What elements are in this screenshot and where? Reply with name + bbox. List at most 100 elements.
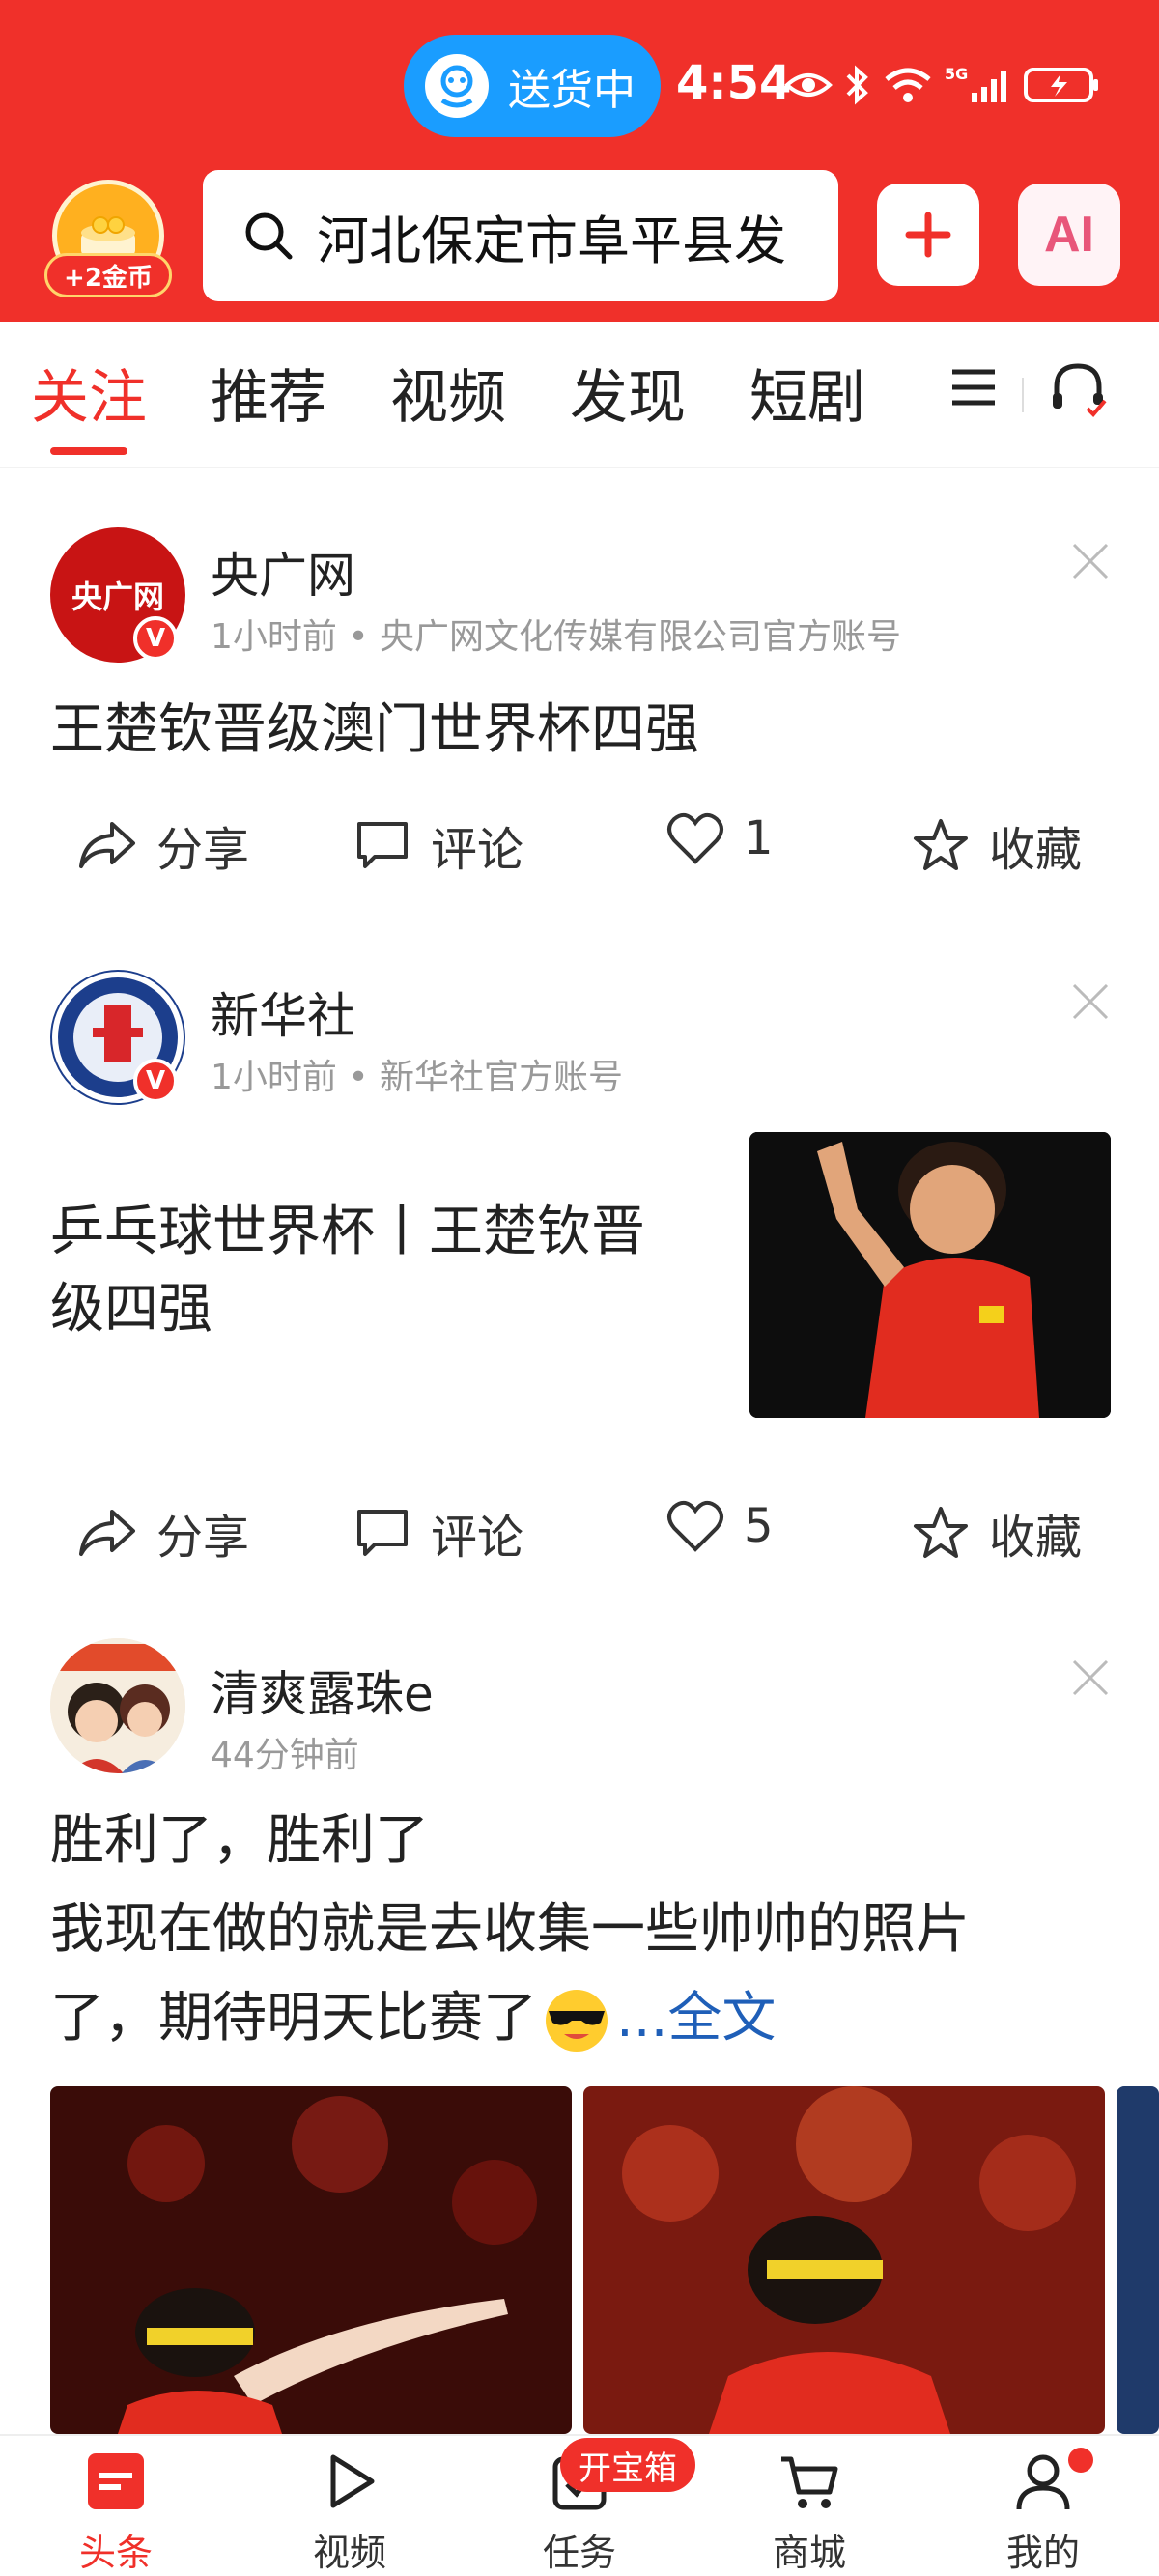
treasure-box-badge[interactable]: 开宝箱 bbox=[560, 2438, 695, 2492]
avatar-logo-text: 央广网 bbox=[71, 579, 164, 615]
comment-icon bbox=[357, 1510, 408, 1556]
author-avatar[interactable] bbox=[50, 1638, 185, 1773]
post-image[interactable] bbox=[50, 2086, 572, 2434]
player-photo bbox=[583, 2086, 1105, 2434]
read-more-link[interactable]: ...全文 bbox=[616, 1974, 776, 2063]
tab-video[interactable]: 视频 bbox=[390, 351, 506, 435]
comment-icon bbox=[357, 822, 408, 868]
heart-icon bbox=[667, 812, 723, 864]
body-text: 了，期待明天比赛了 bbox=[50, 1987, 537, 2050]
tab-following[interactable]: 关注 bbox=[31, 351, 147, 435]
search-icon bbox=[245, 212, 293, 260]
post-body[interactable]: 胜利了，胜利了 我现在做的就是去收集一些帅帅的照片 了，期待明天比赛了 ...全… bbox=[50, 1797, 1122, 2063]
feed-post[interactable]: 清爽露珠e 44分钟前 胜利了，胜利了 我现在做的就是去收集一些帅帅的照片 了，… bbox=[0, 1603, 1159, 2434]
close-icon[interactable] bbox=[1070, 981, 1111, 1022]
cart-icon bbox=[781, 2456, 838, 2508]
post-meta: 44分钟前 bbox=[211, 1736, 359, 1775]
like-count: 5 bbox=[744, 1499, 774, 1553]
wifi-icon bbox=[885, 68, 931, 102]
tab-discover[interactable]: 发现 bbox=[570, 351, 686, 435]
post-meta: 1小时前 • 央广网文化传媒有限公司官方账号 bbox=[211, 617, 902, 657]
headline-line: 级四强 bbox=[50, 1278, 212, 1341]
channel-menu-icon[interactable] bbox=[947, 360, 1001, 414]
signal-5g-icon: 5G bbox=[945, 65, 1006, 102]
body-line: 我现在做的就是去收集一些帅帅的照片 bbox=[50, 1898, 970, 1961]
post-meta: 1小时前 • 新华社官方账号 bbox=[211, 1058, 624, 1097]
body-line: 胜利了，胜利了 bbox=[50, 1809, 429, 1872]
delivery-label: 送货中 bbox=[508, 66, 636, 115]
delivery-icon bbox=[425, 54, 489, 118]
coin-badge: +2金币 bbox=[44, 253, 172, 297]
nav-headlines[interactable]: 头条 bbox=[39, 2449, 193, 2576]
notification-dot bbox=[1068, 2448, 1093, 2473]
search-query-text: 河北保定市阜平县发 bbox=[317, 210, 786, 271]
favorite-button[interactable]: 收藏 bbox=[912, 1499, 1082, 1567]
publish-button[interactable] bbox=[877, 184, 979, 286]
nav-video[interactable]: 视频 bbox=[272, 2449, 427, 2576]
close-icon[interactable] bbox=[1070, 541, 1111, 581]
svg-text:5G: 5G bbox=[945, 65, 968, 83]
share-label: 分享 bbox=[156, 1511, 250, 1565]
cartoon-avatar bbox=[50, 1638, 185, 1773]
search-input[interactable]: 河北保定市阜平县发 bbox=[203, 170, 838, 301]
headline-line: 乒乓球世界杯丨王楚钦晋 bbox=[50, 1201, 645, 1263]
top-header: 送货中 4:54 5G +2金币 河北保定市阜平县发 AI bbox=[0, 0, 1159, 322]
delivery-status-pill[interactable]: 送货中 bbox=[404, 35, 661, 137]
ai-button[interactable]: AI bbox=[1018, 184, 1120, 286]
heart-icon bbox=[667, 1500, 723, 1552]
player-photo bbox=[749, 1132, 1111, 1418]
channel-tabs: 关注 推荐 视频 发现 短剧 bbox=[0, 322, 1159, 468]
player-photo bbox=[50, 2086, 572, 2434]
verified-badge: V bbox=[133, 1059, 178, 1103]
favorite-label: 收藏 bbox=[989, 823, 1083, 877]
verified-badge: V bbox=[133, 616, 178, 661]
headlines-icon bbox=[88, 2453, 144, 2509]
author-name[interactable]: 清爽露珠e bbox=[211, 1656, 434, 1725]
post-image-partial[interactable] bbox=[1117, 2086, 1159, 2434]
post-headline[interactable]: 王楚钦晋级澳门世界杯四强 bbox=[50, 692, 699, 769]
share-icon bbox=[79, 822, 135, 868]
post-actions: 分享 评论 5 收藏 bbox=[0, 1499, 1159, 1576]
share-button[interactable]: 分享 bbox=[77, 811, 249, 879]
share-icon bbox=[79, 1510, 135, 1556]
feed-post[interactable]: V 新华社 1小时前 • 新华社官方账号 乒乓球世界杯丨王楚钦晋 级四强 分享 bbox=[0, 927, 1159, 1603]
nav-profile[interactable]: 我的 bbox=[966, 2449, 1120, 2576]
tab-short-drama[interactable]: 短剧 bbox=[749, 351, 865, 435]
status-time: 4:54 bbox=[676, 56, 792, 110]
close-icon[interactable] bbox=[1070, 1657, 1111, 1698]
tab-divider bbox=[1022, 378, 1024, 412]
author-name[interactable]: 央广网 bbox=[211, 537, 355, 607]
star-icon bbox=[914, 1507, 968, 1558]
comment-button[interactable]: 评论 bbox=[353, 811, 523, 879]
favorite-button[interactable]: 收藏 bbox=[912, 811, 1082, 879]
share-label: 分享 bbox=[156, 823, 250, 877]
feed-post[interactable]: 央广网 V 央广网 1小时前 • 央广网文化传媒有限公司官方账号 王楚钦晋级澳门… bbox=[0, 473, 1159, 927]
headset-icon[interactable] bbox=[1049, 360, 1111, 418]
user-icon bbox=[1016, 2454, 1070, 2510]
battery-icon bbox=[1024, 68, 1098, 102]
author-name[interactable]: 新华社 bbox=[211, 977, 355, 1047]
plus-icon bbox=[905, 212, 951, 258]
bluetooth-icon bbox=[846, 65, 868, 105]
comment-label: 评论 bbox=[431, 1511, 524, 1565]
like-count: 1 bbox=[744, 811, 774, 865]
cool-emoji-icon bbox=[546, 1990, 608, 2052]
post-image[interactable] bbox=[583, 2086, 1105, 2434]
post-thumbnail[interactable] bbox=[749, 1132, 1111, 1418]
eye-icon bbox=[784, 73, 833, 97]
share-button[interactable]: 分享 bbox=[77, 1499, 249, 1567]
comment-label: 评论 bbox=[431, 823, 524, 877]
like-button[interactable]: 1 bbox=[666, 811, 774, 865]
status-icons: 5G bbox=[784, 56, 1101, 114]
play-icon bbox=[330, 2454, 375, 2508]
post-actions: 分享 评论 1 收藏 bbox=[0, 811, 1159, 889]
star-icon bbox=[914, 819, 968, 870]
body-line: 了，期待明天比赛了 ...全文 bbox=[50, 1974, 1122, 2063]
active-tab-indicator bbox=[50, 447, 127, 455]
nav-mall[interactable]: 商城 bbox=[732, 2449, 887, 2576]
coin-reward-button[interactable]: +2金币 bbox=[44, 180, 172, 301]
comment-button[interactable]: 评论 bbox=[353, 1499, 523, 1567]
like-button[interactable]: 5 bbox=[666, 1499, 774, 1553]
post-headline[interactable]: 乒乓球世界杯丨王楚钦晋 级四强 bbox=[50, 1194, 707, 1348]
tab-recommended[interactable]: 推荐 bbox=[211, 351, 326, 435]
